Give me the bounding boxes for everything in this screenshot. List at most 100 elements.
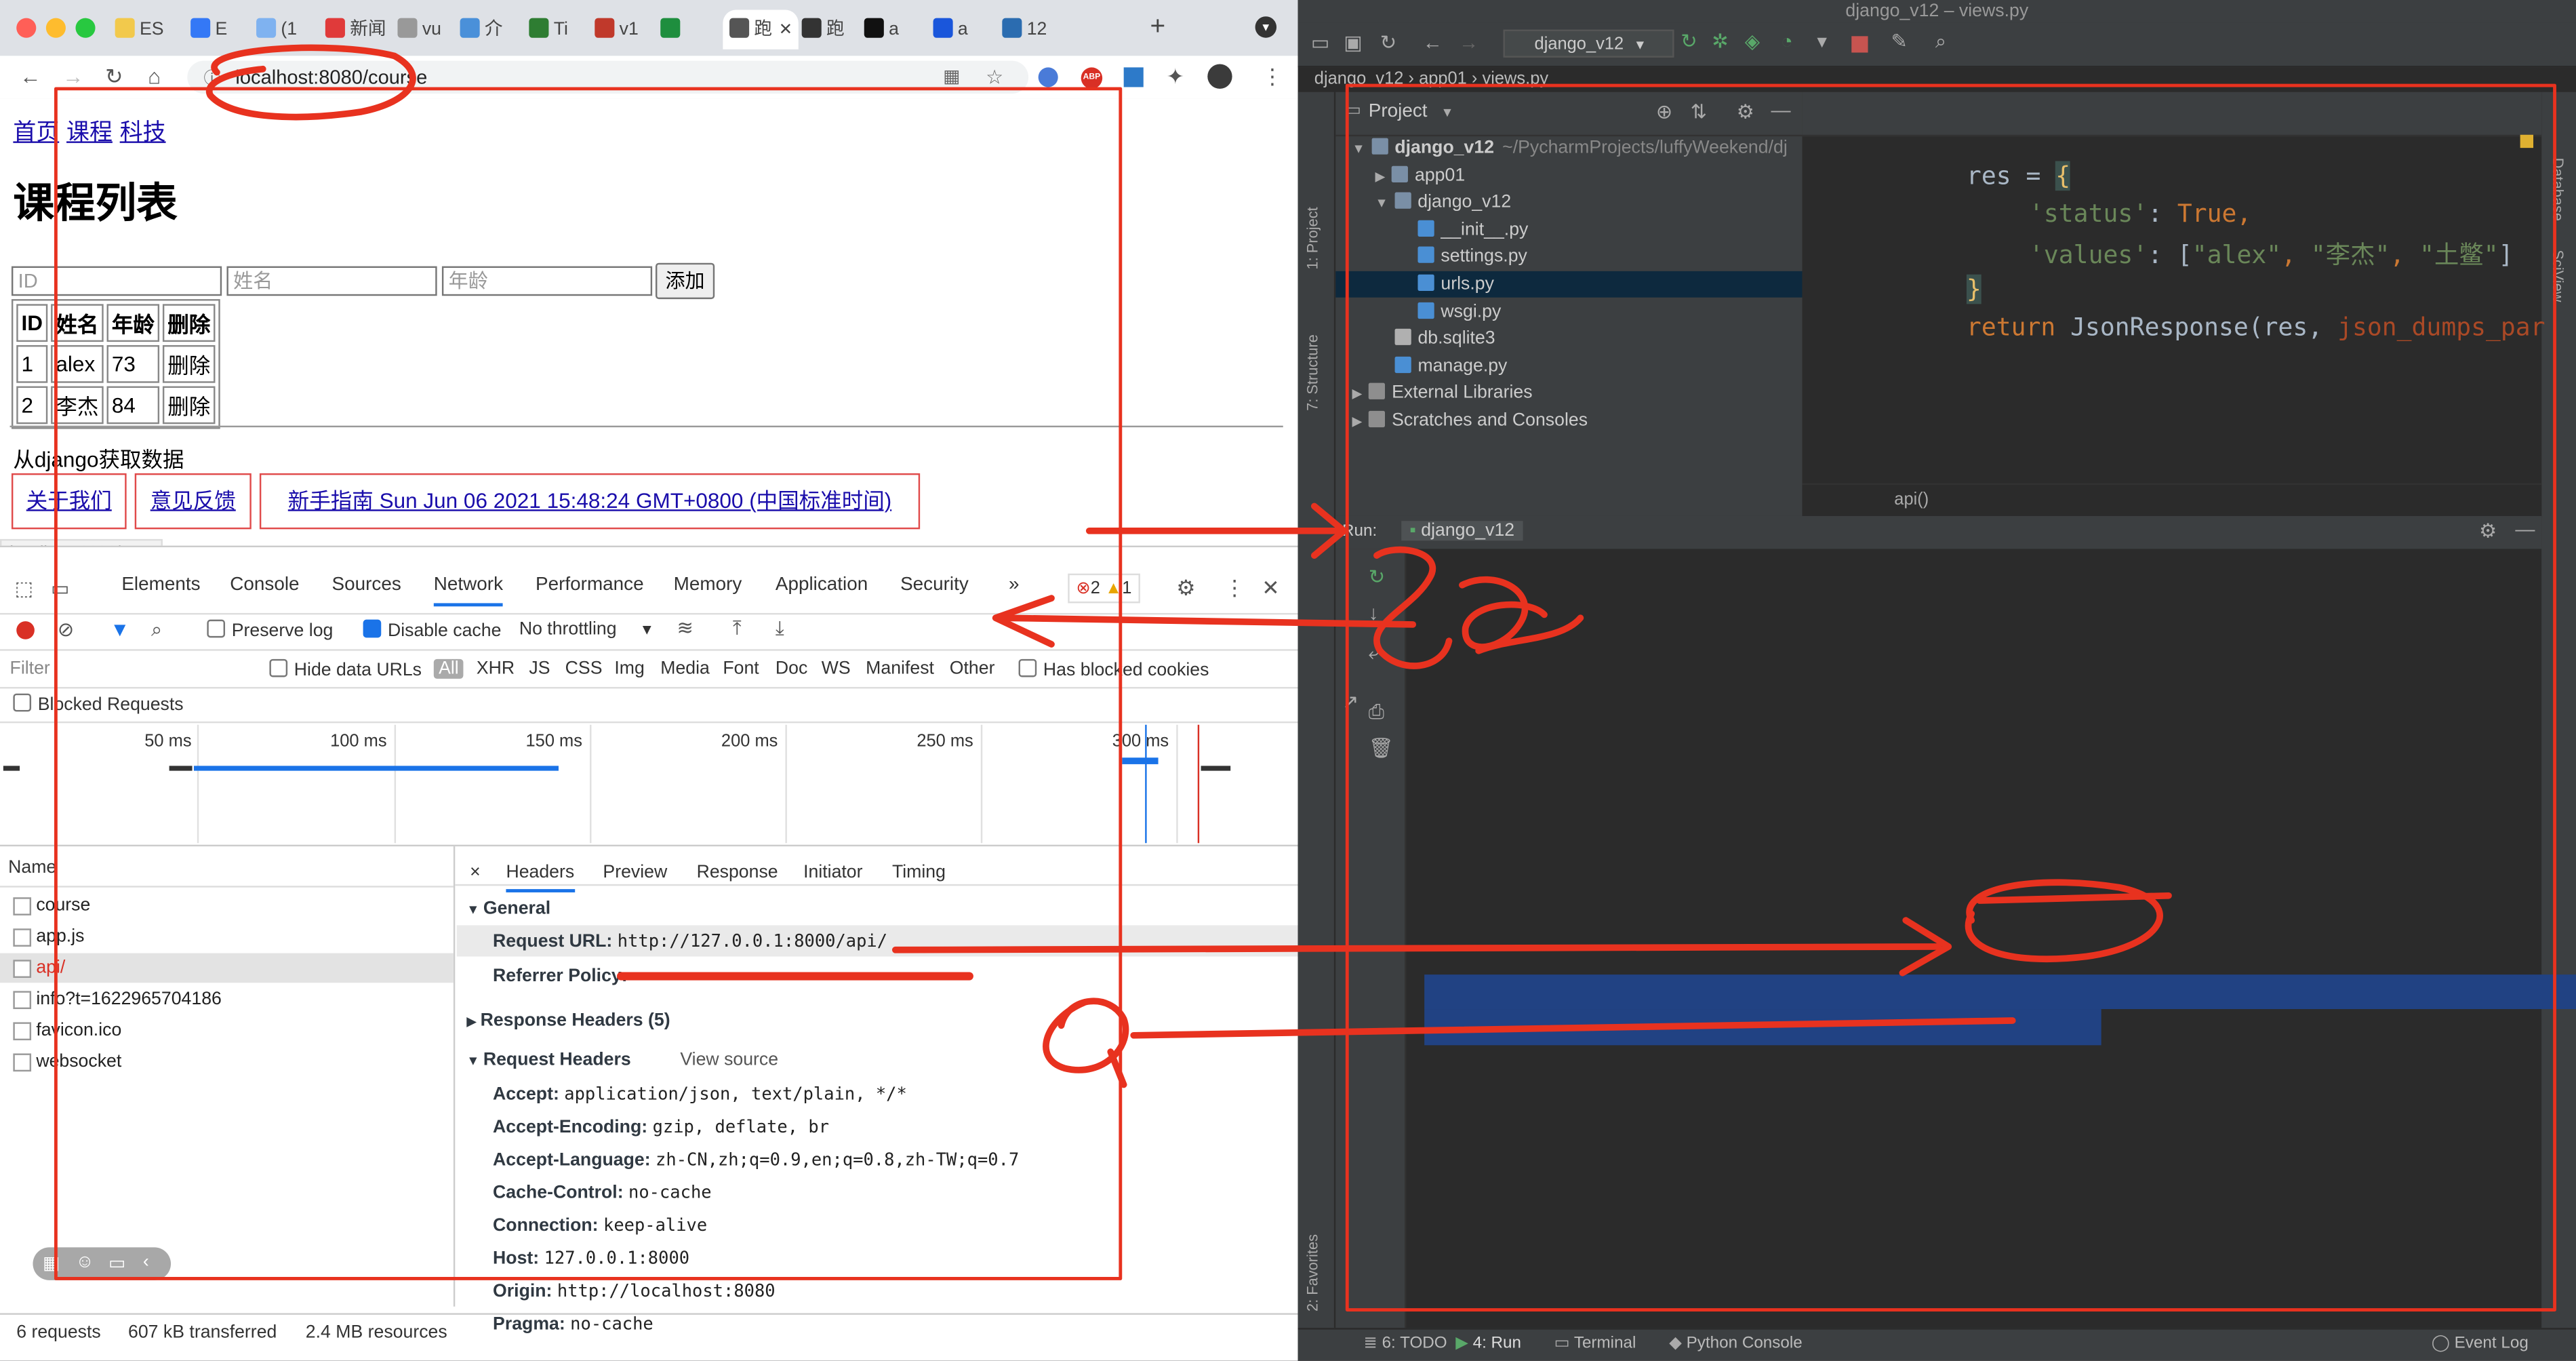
breadcrumb-item[interactable]: django_v12 <box>1314 69 1404 89</box>
detail-tab-initiator[interactable]: Initiator <box>803 863 862 882</box>
close-window-icon[interactable] <box>16 18 37 38</box>
menu-kebab-icon[interactable]: ⋮ <box>1262 65 1283 89</box>
request-headers-toggle[interactable]: ▼ Request Headers View source <box>466 1050 778 1070</box>
filter-type-font[interactable]: Font <box>723 659 759 679</box>
chevron-down-icon[interactable]: ▼ <box>1375 196 1388 211</box>
print-icon[interactable]: ⎙ <box>1369 700 1384 724</box>
blocked-cookies-checkbox[interactable]: Has blocked cookies <box>1018 658 1209 680</box>
favorites-tool-button[interactable]: 2: Favorites <box>1304 1234 1321 1311</box>
settings-gear-icon[interactable]: ⚙ <box>2479 519 2497 543</box>
more-options-icon[interactable]: ⋮ <box>1224 575 1246 601</box>
extension-icon-2[interactable] <box>1123 67 1144 87</box>
collapse-all-icon[interactable]: ⇅ <box>1691 100 1707 123</box>
network-conditions-icon[interactable]: ≋ <box>677 616 693 639</box>
chevron-right-icon[interactable]: ▶ <box>1375 169 1385 184</box>
back-icon[interactable]: ← <box>1423 31 1443 54</box>
search-everywhere-icon[interactable]: ⌕ <box>1935 30 1946 54</box>
project-view-select[interactable]: Project <box>1369 102 1428 121</box>
tree-item[interactable]: ▼ django_v12 <box>1375 193 1511 212</box>
search-icon[interactable]: ⌕ <box>151 618 162 642</box>
trash-icon[interactable]: 🗑 <box>1369 736 1394 760</box>
clear-icon[interactable]: ⊘ <box>58 618 74 641</box>
todo-tool-button[interactable]: ≣ 6: TODO <box>1364 1335 1447 1353</box>
forward-icon[interactable]: → <box>62 65 84 89</box>
detail-tab-headers[interactable]: Headers <box>506 863 575 892</box>
tree-item[interactable]: db.sqlite3 <box>1375 329 1495 349</box>
new-tab-button[interactable]: + <box>1150 13 1165 43</box>
forward-icon[interactable]: → <box>1459 31 1478 54</box>
browser-tab[interactable]: v1 <box>588 10 658 50</box>
general-section-toggle[interactable]: ▼ General <box>466 899 550 919</box>
run-config-select[interactable]: django_v12 ▼ <box>1503 29 1674 58</box>
tab-search-icon[interactable]: ▾ <box>1255 16 1277 38</box>
chevron-down-icon[interactable]: ▼ <box>1352 141 1365 156</box>
table-row[interactable]: api/ <box>36 958 65 978</box>
chevron-right-icon[interactable]: ▶ <box>1352 387 1363 401</box>
response-headers-toggle[interactable]: ▶ Response Headers (5) <box>466 1010 670 1030</box>
terminal-tool-button[interactable]: ▭ Terminal <box>1554 1335 1636 1353</box>
profile-avatar[interactable] <box>1207 64 1232 89</box>
chevron-down-icon[interactable]: ▼ <box>1441 105 1453 120</box>
project-tool-button[interactable]: 1: Project <box>1304 207 1321 269</box>
wrench-settings-icon[interactable]: ✎ <box>1891 30 1907 53</box>
tree-item[interactable]: ▶ Scratches and Consoles <box>1352 410 1588 431</box>
settings-gear-icon[interactable]: ⚙ <box>1737 100 1754 123</box>
name-column-header[interactable]: Name <box>8 858 56 877</box>
browser-tab[interactable]: a <box>858 10 927 50</box>
close-detail-icon[interactable]: × <box>470 863 481 882</box>
rerun-icon[interactable]: ↻ <box>1369 566 1385 589</box>
rerun-icon[interactable]: ↻ <box>1681 30 1697 53</box>
close-devtools-icon[interactable]: ✕ <box>1262 575 1279 601</box>
run-tab[interactable]: ▪ django_v12 <box>1401 521 1523 541</box>
browser-tab[interactable]: 跑 <box>795 10 864 50</box>
comment-icon[interactable]: ▭ <box>108 1252 125 1274</box>
filter-icon[interactable]: ▼ <box>110 618 129 641</box>
import-har-icon[interactable]: ⤒ <box>733 616 742 641</box>
devtools-tab-more[interactable]: » <box>1009 575 1020 595</box>
view-source-link[interactable]: View source <box>680 1050 778 1070</box>
filter-type-img[interactable]: Img <box>614 659 644 679</box>
floating-toolbar[interactable]: ▦ ☺ ▭ ‹ <box>33 1247 172 1280</box>
debug-bug-icon[interactable]: ✲ <box>1712 30 1728 53</box>
tree-item[interactable]: ▶ External Libraries <box>1352 383 1533 403</box>
save-icon[interactable]: ▣ <box>1344 31 1362 54</box>
filter-type-ws[interactable]: WS <box>822 659 851 679</box>
minimize-window-icon[interactable] <box>45 18 66 38</box>
filter-type-other[interactable]: Other <box>950 659 995 679</box>
filter-input[interactable]: Filter <box>10 656 248 682</box>
zoom-window-icon[interactable] <box>75 18 96 38</box>
table-row[interactable]: websocket <box>36 1052 121 1071</box>
hide-panel-icon[interactable]: — <box>2515 517 2535 540</box>
throttling-select[interactable]: No throttling ▼ <box>519 620 654 639</box>
blocked-requests-checkbox[interactable]: Blocked Requests <box>13 693 184 715</box>
back-icon[interactable]: ← <box>20 65 41 89</box>
nav-link-course[interactable]: 课程 <box>66 118 113 144</box>
emoji-icon[interactable]: ☺ <box>75 1252 94 1272</box>
structure-tool-button[interactable]: 7: Structure <box>1304 334 1321 411</box>
record-icon[interactable] <box>16 621 35 639</box>
devtools-tab-network[interactable]: Network <box>433 575 504 607</box>
issues-counter[interactable]: ⊗2 ▲1 <box>1068 573 1140 604</box>
home-icon[interactable]: ⌂ <box>148 65 161 89</box>
tree-item[interactable]: __init__.py <box>1398 220 1528 239</box>
preserve-log-checkbox[interactable]: Preserve log <box>207 619 333 641</box>
add-button[interactable]: 添加 <box>655 262 715 300</box>
breadcrumb-item[interactable]: views.py <box>1482 69 1548 89</box>
browser-tab[interactable]: 12 <box>996 10 1065 50</box>
event-log-button[interactable]: ◯ Event Log <box>2432 1335 2529 1353</box>
tree-item[interactable]: urls.py <box>1398 274 1494 294</box>
browser-tab[interactable] <box>654 10 723 50</box>
tree-item[interactable]: wsgi.py <box>1398 301 1501 321</box>
devtools-tab-performance[interactable]: Performance <box>536 575 644 595</box>
python-console-button[interactable]: ◆ Python Console <box>1669 1335 1802 1353</box>
nav-link-home[interactable]: 首页 <box>13 118 59 144</box>
hide-data-urls-checkbox[interactable]: Hide data URLs <box>269 658 422 680</box>
filter-type-xhr[interactable]: XHR <box>477 659 515 679</box>
breadcrumb-item[interactable]: app01 <box>1419 69 1467 89</box>
wrap-icon[interactable]: ⤶ <box>1369 641 1380 665</box>
browser-tab[interactable]: vu <box>391 10 460 50</box>
browser-tab[interactable]: 跑 ✕ <box>723 9 799 50</box>
filter-type-media[interactable]: Media <box>660 659 710 679</box>
devtools-tab-memory[interactable]: Memory <box>674 575 742 595</box>
profile-icon[interactable]: ◔ <box>1781 30 1793 53</box>
